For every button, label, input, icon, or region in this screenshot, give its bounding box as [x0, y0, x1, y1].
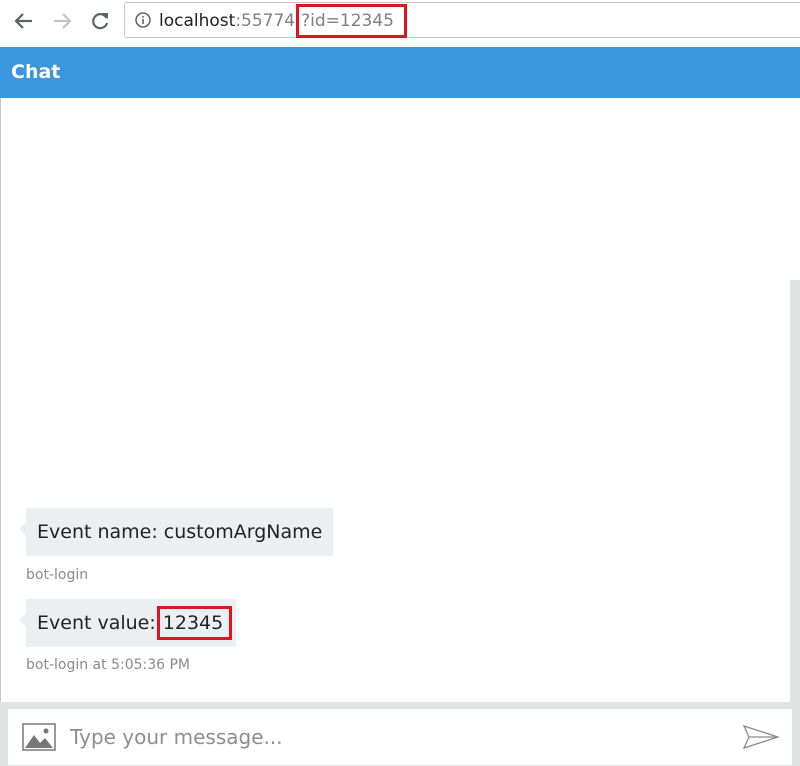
image-upload-icon [22, 723, 56, 751]
back-button[interactable] [9, 6, 39, 36]
url-query-highlight: ?id=12345 [296, 4, 407, 38]
message-bubble: Event name: customArgName [19, 508, 334, 556]
input-bar [0, 702, 800, 766]
bubble-tail [19, 613, 26, 627]
message-text: Event name: customArgName [37, 521, 323, 543]
forward-button[interactable] [47, 6, 77, 36]
info-icon[interactable] [135, 12, 151, 28]
send-icon [742, 724, 781, 750]
scrollbar[interactable] [790, 280, 800, 702]
message-meta: bot-login at 5:05:36 PM [26, 657, 191, 673]
chat-header: Chat [0, 47, 800, 98]
upload-button[interactable] [22, 723, 56, 751]
message-text: Event value: [37, 612, 156, 634]
chat-history: Event name: customArgName bot-login Even… [0, 98, 800, 702]
chat-title: Chat [11, 61, 61, 83]
address-bar[interactable]: localhost:55774 ?id=12345 [124, 2, 800, 38]
reload-button[interactable] [85, 6, 115, 36]
arrow-right-icon [54, 13, 72, 29]
event-value-highlight: 12345 [156, 606, 233, 640]
reload-icon [92, 13, 109, 30]
message-meta: bot-login [26, 567, 89, 583]
browser-toolbar: localhost:55774 ?id=12345 [0, 0, 800, 42]
message-input[interactable] [70, 717, 720, 757]
arrow-left-icon [14, 13, 32, 29]
url-text[interactable]: localhost:55774 ?id=12345 [159, 3, 407, 39]
send-button[interactable] [742, 723, 781, 751]
url-port: :55774 [235, 11, 296, 31]
message-bubble: Event value: 12345 [19, 599, 237, 647]
url-host: localhost [159, 11, 236, 31]
bubble-tail [19, 522, 26, 536]
input-container [8, 709, 792, 765]
